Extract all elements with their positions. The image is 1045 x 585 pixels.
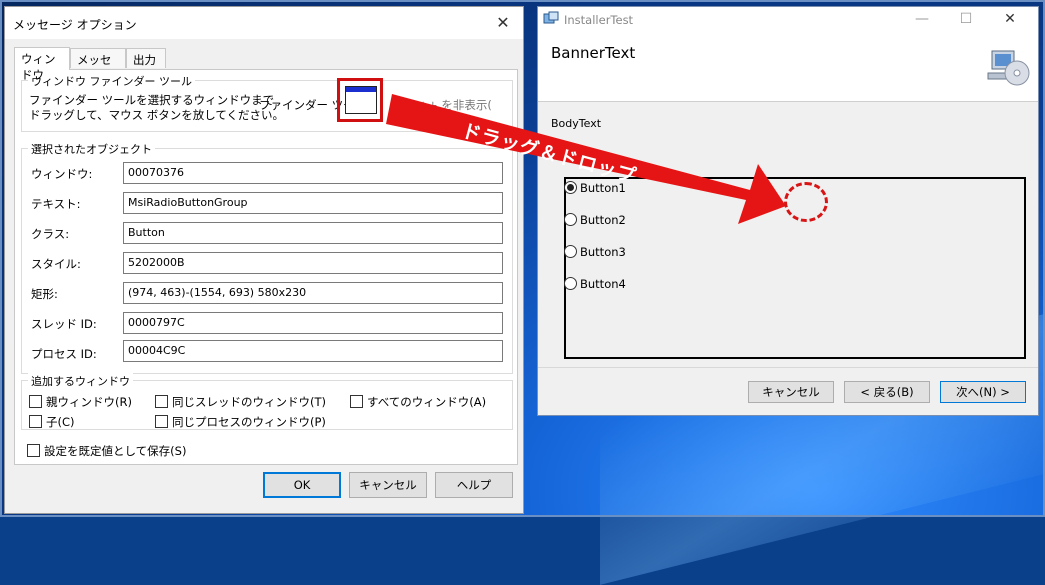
tab-window[interactable]: ウィンドウ bbox=[14, 47, 70, 82]
drag-arrow-overlay bbox=[386, 94, 786, 224]
drop-target-indicator bbox=[784, 182, 828, 222]
